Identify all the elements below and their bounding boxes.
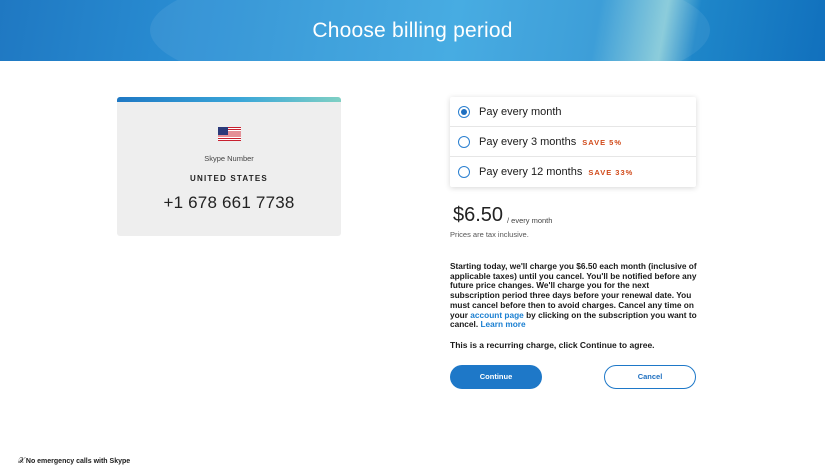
page-title: Choose billing period [312,19,513,42]
phone-number: +1 678 661 7738 [163,193,295,212]
continue-button[interactable]: Continue [450,365,542,389]
product-label: Skype Number [204,154,254,163]
option-label: Pay every 3 months [479,135,577,148]
us-flag-icon [218,127,241,141]
option-3-months[interactable]: Pay every 3 months SAVE 5% [450,127,696,157]
option-label: Pay every month [479,105,562,118]
cancel-button[interactable]: Cancel [604,365,696,389]
terms-text: Starting today, we'll charge you $6.50 e… [450,261,698,330]
page-header: Choose billing period [0,0,825,61]
emergency-notice: 𝒳 No emergency calls with Skype [18,456,130,466]
save-badge: SAVE 5% [582,137,623,147]
option-label: Pay every 12 months [479,166,583,178]
emergency-text: No emergency calls with Skype [25,457,131,465]
recurring-notice: This is a recurring charge, click Contin… [450,340,655,350]
option-12-months[interactable]: Pay every 12 months SAVE 33% [450,157,696,187]
price-period: / every month [507,216,553,225]
number-card: Skype Number UNITED STATES +1 678 661 77… [117,97,341,236]
tax-note: Prices are tax inclusive. [450,230,529,239]
option-monthly[interactable]: Pay every month [450,97,696,127]
card-accent-bar [117,97,341,102]
radio-icon[interactable] [458,166,470,178]
country-label: UNITED STATES [190,174,268,183]
x-icon: 𝒳 [18,456,25,465]
learn-more-link[interactable]: Learn more [480,319,525,329]
price-amount: $6.50 [453,204,504,226]
billing-options: Pay every month Pay every 3 months SAVE 5… [450,97,696,187]
save-badge: SAVE 33% [588,168,634,177]
account-page-link[interactable]: account page [470,310,523,320]
radio-icon[interactable] [458,135,470,148]
radio-selected-icon[interactable] [458,105,470,118]
